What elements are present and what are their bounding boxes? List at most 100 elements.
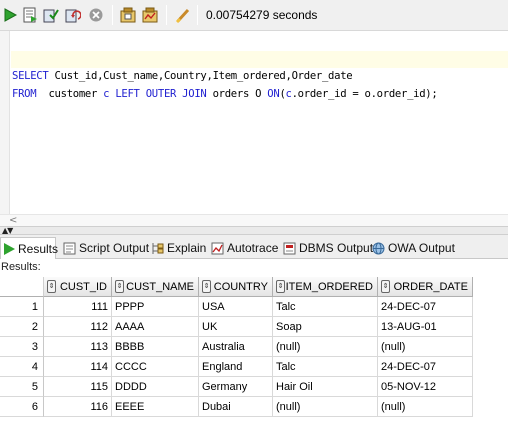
sql-text: customer [36,88,104,100]
column-header-label: ORDER_DATE [393,280,468,293]
tab-results[interactable]: Results [0,237,58,259]
sql-keyword: LEFT OUTER JOIN [115,88,207,100]
cell-country[interactable]: Dubai [199,397,273,417]
column-header-label: COUNTRY [213,280,268,293]
cell-cust-id[interactable]: 116 [44,397,112,417]
column-header-country[interactable]: ⇕ COUNTRY [199,277,273,297]
sql-text: .order_id = o.order_id); [291,88,438,100]
run-script-icon[interactable] [21,6,39,24]
cell-item-ordered[interactable]: Talc [273,357,378,377]
cell-order-date[interactable]: (null) [378,337,473,357]
clear-icon[interactable] [174,6,192,24]
cell-cust-name[interactable]: PPPP [112,297,199,317]
cell-country[interactable]: England [199,357,273,377]
toolbar-separator [112,5,113,25]
cell-order-date[interactable]: 05-NOV-12 [378,377,473,397]
row-number: 2 [0,317,44,337]
tab-label: Autotrace [227,241,279,255]
row-number-header [0,277,44,297]
row-number: 5 [0,377,44,397]
editor-gutter [0,31,10,214]
cell-order-date[interactable]: 13-AUG-01 [378,317,473,337]
cell-cust-name[interactable]: AAAA [112,317,199,337]
toolbar: 0.00754279 seconds [0,0,508,31]
tab-script-output[interactable]: Script Output [60,237,149,259]
cell-item-ordered[interactable]: (null) [273,397,378,417]
scroll-left-icon[interactable]: < [9,215,17,226]
sort-icon[interactable]: ⇕ [115,280,124,293]
table-row[interactable]: 4 114 CCCC England Talc 24-DEC-07 [0,357,508,377]
sql-editor[interactable]: SELECT Cust_id,Cust_name,Country,Item_or… [0,31,508,214]
sort-icon[interactable]: ⇕ [276,280,285,293]
row-number: 6 [0,397,44,417]
tab-label: Script Output [79,241,150,255]
cell-item-ordered[interactable]: Talc [273,297,378,317]
sql-keyword: ON [267,88,280,100]
column-header-order-date[interactable]: ⇕ ORDER_DATE [378,277,473,297]
cell-cust-id[interactable]: 115 [44,377,112,397]
tab-owa-output[interactable]: OWA Output [369,237,455,259]
cell-country[interactable]: Germany [199,377,273,397]
editor-current-line [11,51,508,68]
play-icon [3,242,15,256]
autotrace-icon [210,241,224,255]
autotrace-icon[interactable] [141,6,159,24]
cell-order-date[interactable]: (null) [378,397,473,417]
tab-label: Explain [167,241,207,255]
sort-icon[interactable]: ⇕ [202,280,211,293]
cell-country[interactable]: Australia [199,337,273,357]
cell-cust-name[interactable]: DDDD [112,377,199,397]
sort-icon[interactable]: ⇕ [47,280,56,293]
tab-autotrace[interactable]: Autotrace [208,237,278,259]
table-row[interactable]: 2 112 AAAA UK Soap 13-AUG-01 [0,317,508,337]
cancel-icon[interactable] [87,6,105,24]
grid-header: ⇕ CUST_ID ⇕ CUST_NAME ⇕ COUNTRY ⇕ ITEM_O… [0,277,508,297]
sql-text: orders [206,88,256,100]
sql-line-select: SELECT Cust_id,Cust_name,Country,Item_or… [12,70,353,82]
cell-cust-id[interactable]: 112 [44,317,112,337]
cell-cust-name[interactable]: EEEE [112,397,199,417]
cell-cust-name[interactable]: CCCC [112,357,199,377]
dbms-output-icon [282,241,296,255]
sql-keyword: SELECT [12,70,49,82]
cell-item-ordered[interactable]: Hair Oil [273,377,378,397]
rollback-icon[interactable] [64,6,82,24]
table-row[interactable]: 6 116 EEEE Dubai (null) (null) [0,397,508,417]
sql-text: Cust_id,Cust_name,Country,Item_ordered,O… [48,70,353,82]
table-row[interactable]: 1 111 PPPP USA Talc 24-DEC-07 [0,297,508,317]
sql-line-from: FROM customer c LEFT OUTER JOIN orders O… [12,88,438,100]
cell-cust-name[interactable]: BBBB [112,337,199,357]
cell-country[interactable]: USA [199,297,273,317]
cell-country[interactable]: UK [199,317,273,337]
tab-dbms-output[interactable]: DBMS Output [280,237,373,259]
collapse-arrows-icon[interactable]: ▲▼ [2,226,13,235]
toolbar-separator [166,5,167,25]
commit-icon[interactable] [42,6,60,24]
editor-horizontal-scrollbar[interactable]: < [0,214,508,226]
column-header-item-ordered[interactable]: ⇕ ITEM_ORDERED [273,277,378,297]
table-row[interactable]: 5 115 DDDD Germany Hair Oil 05-NOV-12 [0,377,508,397]
tab-explain[interactable]: Explain [148,237,206,259]
cell-item-ordered[interactable]: (null) [273,337,378,357]
table-row[interactable]: 3 113 BBBB Australia (null) (null) [0,337,508,357]
column-header-cust-name[interactable]: ⇕ CUST_NAME [112,277,199,297]
panel-splitter[interactable]: ▲▼ [0,226,508,235]
results-label: Results: [1,261,41,273]
sql-tuning-icon[interactable] [119,6,137,24]
cell-cust-id[interactable]: 111 [44,297,112,317]
run-statement-icon[interactable] [1,6,19,24]
column-header-label: CUST_ID [59,280,107,293]
cell-order-date[interactable]: 24-DEC-07 [378,357,473,377]
cell-item-ordered[interactable]: Soap [273,317,378,337]
tab-label: DBMS Output [299,241,374,255]
cell-cust-id[interactable]: 113 [44,337,112,357]
column-header-cust-id[interactable]: ⇕ CUST_ID [44,277,112,297]
script-output-icon [62,241,76,255]
explain-icon [150,241,164,255]
cell-cust-id[interactable]: 114 [44,357,112,377]
row-number: 4 [0,357,44,377]
cell-order-date[interactable]: 24-DEC-07 [378,297,473,317]
execution-time: 0.00754279 seconds [206,8,318,22]
column-header-label: ITEM_ORDERED [285,280,373,293]
sort-icon[interactable]: ⇕ [381,280,390,293]
